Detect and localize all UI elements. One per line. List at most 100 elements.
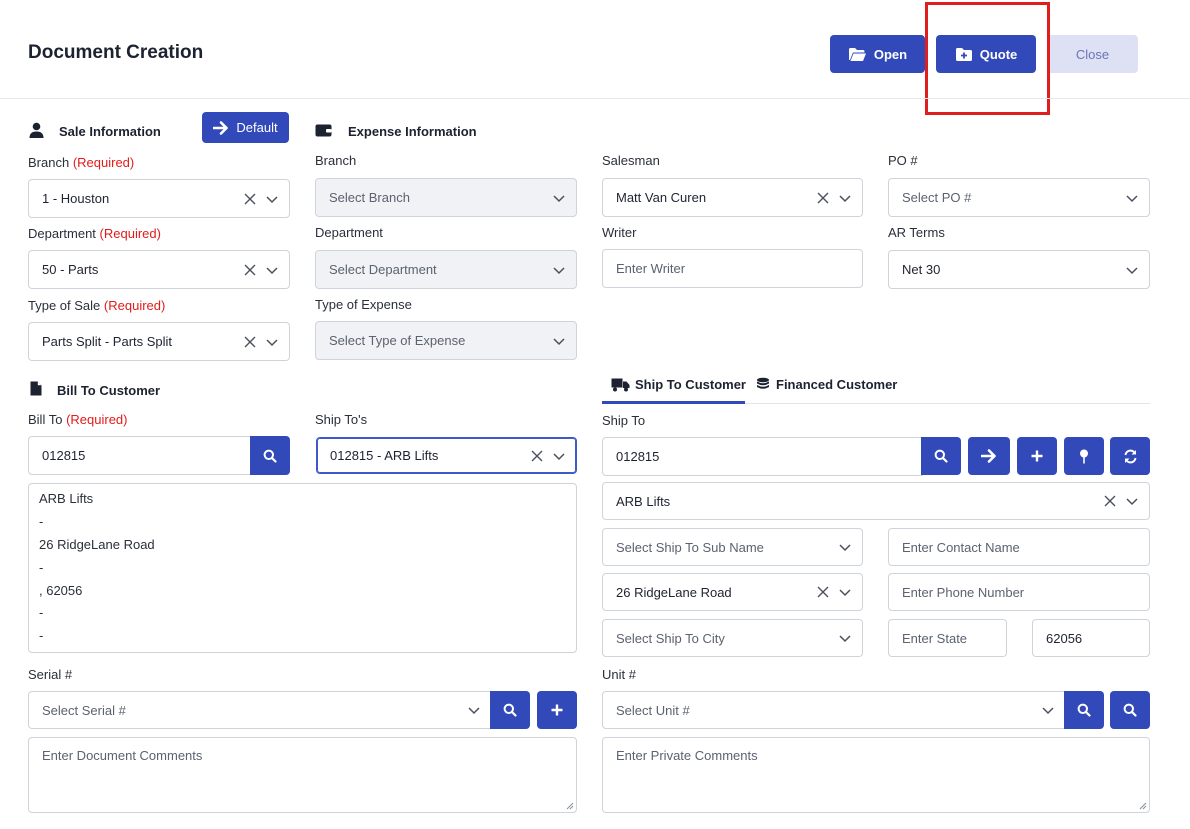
- salesman-select[interactable]: Matt Van Curen: [602, 178, 863, 217]
- contact-name-input[interactable]: Enter Contact Name: [888, 528, 1150, 566]
- expense-department-select[interactable]: Select Department: [315, 250, 577, 289]
- department-select[interactable]: 50 - Parts: [28, 250, 290, 289]
- document-comments-placeholder: Enter Document Comments: [42, 748, 203, 763]
- bill-to-input[interactable]: 012815: [28, 436, 252, 475]
- type-of-sale-label: Type of Sale (Required): [28, 298, 166, 313]
- expense-department-placeholder: Select Department: [329, 262, 437, 277]
- ship-to-search-button[interactable]: [921, 437, 961, 475]
- unit-search-secondary-button[interactable]: [1110, 691, 1150, 729]
- chevron-down-icon: [553, 337, 565, 345]
- writer-input[interactable]: Enter Writer: [602, 249, 863, 288]
- open-button[interactable]: Open: [830, 35, 925, 73]
- phone-number-input[interactable]: Enter Phone Number: [888, 573, 1150, 611]
- map-pin-icon: [1080, 449, 1088, 463]
- user-icon: [29, 122, 44, 138]
- unit-placeholder: Select Unit #: [616, 702, 690, 718]
- expense-department-label: Department: [315, 225, 383, 240]
- writer-placeholder: Enter Writer: [616, 261, 686, 276]
- bill-to-label: Bill To (Required): [28, 412, 128, 427]
- ship-to-name-value: ARB Lifts: [616, 493, 671, 509]
- ar-terms-select[interactable]: Net 30: [888, 250, 1150, 289]
- ship-to-sub-name-placeholder: Select Ship To Sub Name: [616, 539, 764, 555]
- clear-icon[interactable]: [816, 585, 830, 599]
- branch-value: 1 - Houston: [42, 191, 110, 206]
- clear-icon[interactable]: [530, 449, 544, 463]
- zip-input[interactable]: 62056: [1032, 619, 1150, 657]
- chevron-down-icon: [839, 589, 851, 597]
- chevron-down-icon: [266, 338, 278, 346]
- truck-icon: [611, 378, 630, 391]
- bill-to-value: 012815: [42, 448, 86, 463]
- type-of-sale-select[interactable]: Parts Split - Parts Split: [28, 322, 290, 361]
- unit-select[interactable]: Select Unit #: [602, 691, 1066, 729]
- arrow-right-icon: [213, 120, 229, 135]
- address-line: 26 RidgeLane Road: [39, 537, 155, 552]
- type-of-sale-value: Parts Split - Parts Split: [42, 334, 173, 349]
- sale-information-title: Sale Information: [59, 124, 161, 139]
- ship-tos-select[interactable]: 012815 - ARB Lifts: [316, 437, 577, 474]
- default-button-label: Default: [236, 120, 278, 135]
- phone-number-placeholder: Enter Phone Number: [902, 584, 1025, 600]
- ship-tos-label: Ship To's: [315, 412, 368, 427]
- ship-to-copy-button[interactable]: [968, 437, 1010, 475]
- type-of-expense-select[interactable]: Select Type of Expense: [315, 321, 577, 360]
- unit-search-button[interactable]: [1064, 691, 1104, 729]
- serial-search-button[interactable]: [490, 691, 530, 729]
- chevron-down-icon: [266, 195, 278, 203]
- bill-to-search-button[interactable]: [250, 436, 290, 475]
- branch-select[interactable]: 1 - Houston: [28, 179, 290, 218]
- open-button-label: Open: [873, 46, 908, 62]
- tab-financed-customer[interactable]: Financed Customer: [756, 377, 897, 392]
- document-icon: [30, 381, 42, 396]
- clear-icon[interactable]: [243, 335, 257, 349]
- header-divider: [0, 98, 1190, 99]
- ship-to-refresh-button[interactable]: [1110, 437, 1150, 475]
- type-of-expense-placeholder: Select Type of Expense: [329, 333, 466, 348]
- serial-placeholder: Select Serial #: [42, 702, 126, 718]
- tab-ship-to-customer[interactable]: Ship To Customer: [611, 377, 746, 392]
- clear-icon[interactable]: [243, 263, 257, 277]
- wallet-icon: [315, 124, 332, 137]
- ship-tos-value: 012815 - ARB Lifts: [330, 448, 439, 463]
- chevron-down-icon: [839, 544, 851, 552]
- address-line: -: [39, 514, 44, 529]
- ship-to-address-select[interactable]: 26 RidgeLane Road: [602, 573, 863, 611]
- clear-icon[interactable]: [1103, 494, 1117, 508]
- private-comments-textarea[interactable]: Enter Private Comments: [602, 737, 1150, 813]
- ship-to-sub-name-select[interactable]: Select Ship To Sub Name: [602, 528, 863, 566]
- folder-open-icon: [848, 47, 866, 61]
- ship-to-city-select[interactable]: Select Ship To City: [602, 619, 863, 657]
- clear-icon[interactable]: [243, 192, 257, 206]
- default-button[interactable]: Default: [202, 112, 289, 143]
- tab-active-indicator: [602, 401, 745, 404]
- clear-icon[interactable]: [816, 191, 830, 205]
- po-select[interactable]: Select PO #: [888, 178, 1150, 217]
- resize-handle-icon[interactable]: [1139, 802, 1147, 810]
- chevron-down-icon: [839, 194, 851, 202]
- address-line: -: [39, 560, 44, 575]
- chevron-down-icon: [1126, 266, 1138, 274]
- address-line: -: [39, 605, 44, 620]
- po-placeholder: Select PO #: [902, 190, 972, 205]
- ship-to-map-pin-button[interactable]: [1064, 437, 1104, 475]
- tab-financed-customer-label: Financed Customer: [776, 377, 898, 392]
- document-comments-textarea[interactable]: Enter Document Comments: [28, 737, 577, 813]
- close-button[interactable]: Close: [1047, 35, 1138, 73]
- serial-select[interactable]: Select Serial #: [28, 691, 492, 729]
- state-input[interactable]: Enter State: [888, 619, 1007, 657]
- serial-add-button[interactable]: [537, 691, 577, 729]
- chevron-down-icon: [1042, 707, 1054, 715]
- chevron-down-icon: [839, 635, 851, 643]
- contact-name-placeholder: Enter Contact Name: [902, 539, 1020, 555]
- department-value: 50 - Parts: [42, 262, 99, 277]
- ship-to-add-button[interactable]: [1017, 437, 1057, 475]
- ship-to-name-select[interactable]: ARB Lifts: [602, 482, 1150, 520]
- expense-branch-select[interactable]: Select Branch: [315, 178, 577, 217]
- ship-to-label: Ship To: [602, 413, 646, 428]
- resize-handle-icon[interactable]: [566, 802, 574, 810]
- expense-branch-label: Branch: [315, 153, 357, 168]
- state-placeholder: Enter State: [902, 630, 968, 646]
- bill-to-customer-title: Bill To Customer: [57, 383, 161, 398]
- address-line: ARB Lifts: [39, 491, 94, 506]
- ship-to-input[interactable]: 012815: [602, 437, 923, 476]
